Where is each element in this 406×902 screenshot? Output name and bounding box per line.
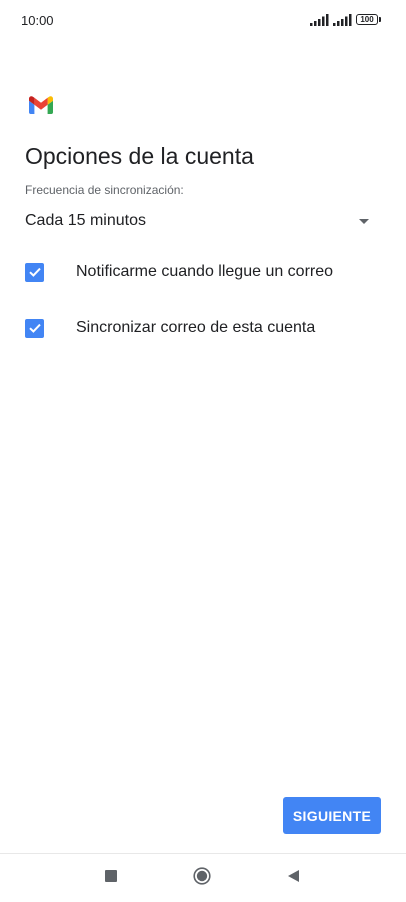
sync-account-mail-label: Sincronizar correo de esta cuenta: [76, 319, 316, 336]
recents-square-icon[interactable]: [105, 870, 117, 882]
notify-new-mail-option[interactable]: Notificarme cuando llegue un correo: [25, 257, 377, 287]
signal-icon: [333, 14, 352, 26]
sync-frequency-dropdown[interactable]: Cada 15 minutos: [25, 206, 377, 236]
sync-frequency-value: Cada 15 minutos: [25, 212, 146, 229]
navigation-bar: [0, 854, 406, 902]
gmail-logo-icon: [29, 96, 53, 114]
battery-level: 100: [360, 15, 374, 24]
status-bar: 10:00 100: [0, 0, 406, 42]
notify-new-mail-label: Notificarme cuando llegue un correo: [76, 263, 334, 280]
sync-frequency-label: Frecuencia de sincronización:: [25, 183, 184, 197]
screen: 10:00 100 Opciones de la cuenta Frecuenc…: [0, 0, 406, 902]
home-circle-icon[interactable]: [193, 867, 211, 885]
checkmark-icon: [28, 267, 41, 277]
dropdown-arrow-icon: [359, 218, 369, 224]
page-title: Opciones de la cuenta: [25, 143, 254, 169]
back-triangle-icon[interactable]: [287, 869, 300, 883]
battery-icon: 100: [356, 14, 378, 25]
status-time: 10:00: [21, 13, 54, 28]
battery-tip: [379, 17, 381, 22]
sync-account-mail-option[interactable]: Sincronizar correo de esta cuenta: [25, 313, 377, 343]
sync-account-mail-checkbox[interactable]: [25, 318, 44, 338]
next-button[interactable]: SIGUIENTE: [283, 797, 381, 834]
notify-new-mail-checkbox[interactable]: [25, 262, 44, 282]
checkmark-icon: [28, 323, 41, 333]
signal-icon: [310, 14, 329, 26]
